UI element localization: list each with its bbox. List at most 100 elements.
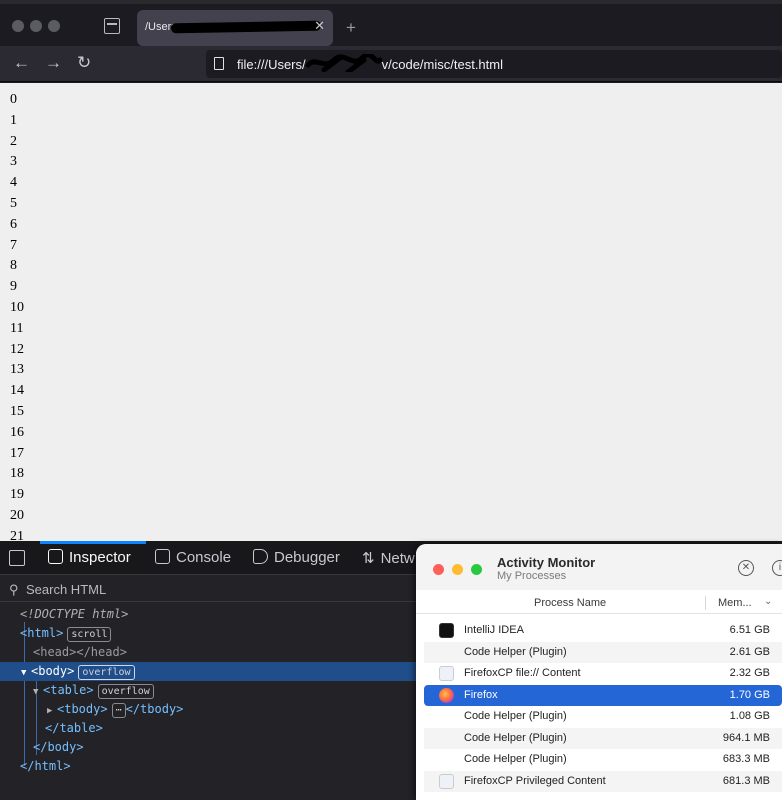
stop-process-button[interactable]: ✕ [738,560,754,576]
url-bar[interactable]: file:///Users/v/code/misc/test.html [206,50,782,78]
debugger-icon [253,549,268,564]
chevron-down-icon[interactable]: ⌄ [764,596,772,607]
tree-node-html-close[interactable]: </html> [0,757,416,776]
forward-arrow-icon[interactable]: → [45,54,62,72]
tree-node-body-close[interactable]: </body> [0,738,416,757]
network-icon: ⇅ [362,550,375,567]
process-memory: 681.3 MB [722,774,770,787]
tree-node-html[interactable]: <html> scroll [0,624,416,643]
column-memory[interactable]: Mem... [718,597,752,609]
tab-inspector[interactable]: Inspector [48,549,131,566]
process-row[interactable]: Code Helper (Plugin) 2.61 GB [424,641,782,663]
zoom-window-button[interactable] [48,20,60,32]
table-cell: 11 [10,320,24,336]
tree-node-table[interactable]: ▼ <table> overflow [0,681,416,700]
process-row[interactable]: Code Helper (Plugin) 1.08 GB [424,706,782,727]
table-cell: 7 [10,237,17,253]
table-cell: 15 [10,404,24,419]
process-row[interactable]: IntelliJ IDEA 6.51 GB [424,620,782,641]
table-cell: 18 [10,466,24,482]
new-tab-icon[interactable]: + [346,18,356,38]
process-memory: 2.32 GB [729,667,770,679]
table-cell: 21 [10,528,24,541]
close-window-button[interactable] [12,20,24,32]
table-cell: 1 [10,112,17,128]
console-icon [155,549,170,564]
element-picker-icon[interactable] [9,550,25,566]
process-memory: 1.70 GB [729,688,770,701]
process-row[interactable]: Code Helper (Plugin) 683.3 MB [424,749,782,770]
close-window-button[interactable] [433,564,444,575]
column-divider[interactable] [705,596,706,610]
redaction-scribble [305,54,382,72]
process-name: FirefoxCP Privileged Content [464,774,606,787]
document-icon [439,666,454,681]
back-arrow-icon[interactable]: ← [13,54,30,72]
process-name: FirefoxCP file:// Content [464,667,581,679]
column-header: Process Name Mem... ⌄ [416,592,782,614]
overflow-badge[interactable]: overflow [78,665,135,680]
process-row[interactable]: FirefoxCP file:// Content 2.32 GB [424,663,782,684]
table-cell: 8 [10,258,17,274]
scroll-badge[interactable]: scroll [67,627,112,642]
search-icon: ⚲ [9,582,19,597]
tree-node-table-close[interactable]: </table> [0,719,416,738]
minimize-window-button[interactable] [30,20,42,32]
tab-console[interactable]: Console [155,549,231,566]
table-cell: 2 [10,133,17,149]
markup-tree: <!DOCTYPE html> <html> scroll <head></hea… [0,603,416,800]
navigation-toolbar: ← → ↻ file:///Users/v/code/misc/test.htm… [0,46,782,82]
table-cell: 6 [10,216,17,232]
inspector-icon [48,549,63,564]
tree-node-doctype[interactable]: <!DOCTYPE html> [0,605,416,624]
page-content: 0 1 2 3 4 5 6 7 8 9 10 11 12 13 14 15 16 17 18 19 20 21 [0,83,782,541]
table-cell: 9 [10,279,17,295]
activity-monitor-titlebar: Activity Monitor My Processes ✕ i [416,544,782,590]
redaction-mark [170,20,322,34]
table-cell: 0 [10,92,17,107]
ellipsis-badge[interactable]: ⋯ [111,703,126,718]
info-button[interactable]: i [772,560,782,576]
table-cell: 17 [10,445,24,461]
table-cell: 19 [10,487,24,503]
tree-node-head[interactable]: <head></head> [0,643,416,662]
table-cell: 12 [10,341,24,357]
browser-tab[interactable]: /Users, ✕ [137,10,333,46]
process-name: Code Helper (Plugin) [464,753,567,765]
firefox-icon [439,687,454,703]
tree-node-body[interactable]: ▼ <body> overflow [0,662,416,681]
html-search-bar[interactable]: ⚲ Search HTML [0,576,416,602]
close-tab-icon[interactable]: ✕ [314,18,325,34]
table-cell: 5 [10,196,17,211]
table-cell: 14 [10,383,24,399]
tab-network[interactable]: ⇅ Netw [362,549,415,567]
overflow-badge[interactable]: overflow [97,684,154,699]
process-name: Code Helper (Plugin) [464,645,567,658]
tree-node-tbody[interactable]: ▶ <tbody> ⋯ </tbody> [0,700,416,719]
process-row[interactable]: FirefoxCP Privileged Content 681.3 MB [424,770,782,792]
process-name: IntelliJ IDEA [464,624,524,636]
table-cell: 3 [10,154,17,170]
table-cell: 20 [10,508,24,523]
process-row[interactable]: Firefox 1.70 GB [424,684,782,706]
window-subtitle: My Processes [497,570,567,582]
table-cell: 16 [10,424,24,440]
intellij-icon [439,623,454,638]
document-icon [439,773,454,789]
search-input[interactable]: Search HTML [26,582,106,597]
reload-icon[interactable]: ↻ [77,54,91,72]
tab-list-icon[interactable] [104,18,120,34]
minimize-window-button[interactable] [452,564,463,575]
process-memory: 964.1 MB [722,731,770,744]
zoom-window-button[interactable] [471,564,482,575]
browser-tab-strip: /Users, ✕ + [0,0,782,46]
process-memory: 683.3 MB [722,753,770,765]
process-memory: 1.08 GB [729,710,770,722]
table-cell: 13 [10,362,24,378]
process-name: Firefox [464,688,498,701]
process-row[interactable]: Code Helper (Plugin) 964.1 MB [424,727,782,749]
tab-debugger[interactable]: Debugger [253,549,340,566]
process-name: Code Helper (Plugin) [464,710,567,722]
column-process-name[interactable]: Process Name [534,597,606,609]
process-memory: 6.51 GB [729,624,770,636]
